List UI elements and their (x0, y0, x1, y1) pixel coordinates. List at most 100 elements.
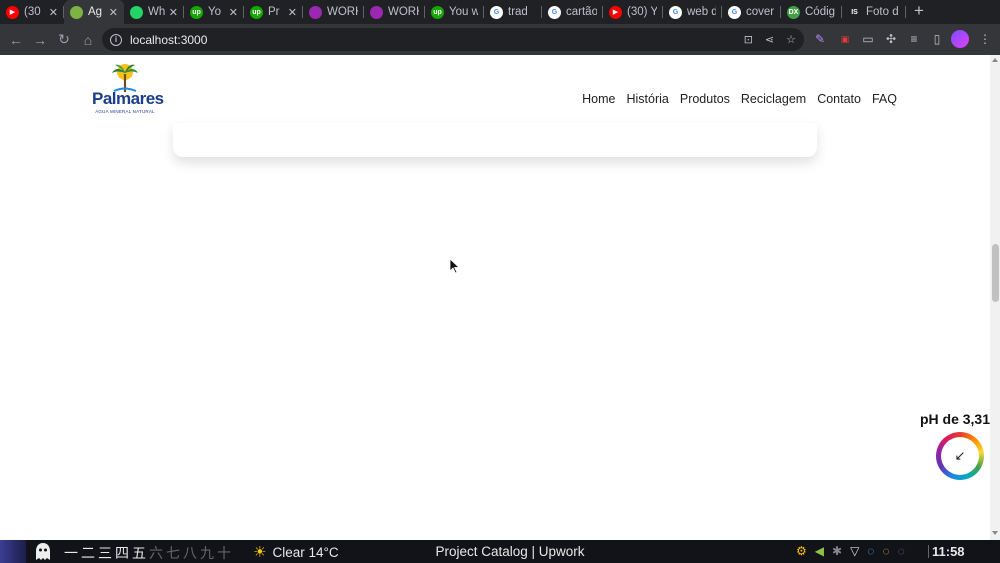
workspace-1[interactable]: 一 (64, 543, 78, 563)
install-icon[interactable]: ⊡ (744, 33, 753, 46)
menu-dots-icon[interactable]: ⋮ (977, 31, 993, 47)
google-icon: G (669, 5, 682, 19)
weather-widget: ☀ Clear 14°C (253, 543, 339, 561)
content-card (173, 123, 817, 157)
tab-title: You w (449, 6, 478, 18)
address-url[interactable]: localhost:3000 (130, 33, 732, 47)
workspace-3[interactable]: 三 (98, 543, 112, 563)
site-info-icon[interactable]: i (110, 33, 122, 46)
browser-tab[interactable]: ▶ (30 ✕ (0, 0, 64, 24)
workspace-8[interactable]: 八 (183, 543, 197, 563)
browser-tab[interactable]: ▶ (30) Y (603, 0, 663, 24)
side-panel-icon[interactable]: ▯ (929, 31, 945, 47)
volume-icon[interactable]: ◀ (815, 544, 824, 558)
tab-title: (30) Y (627, 6, 657, 18)
puzzle-icon[interactable]: ✣ (883, 31, 899, 47)
settings-gear-icon[interactable]: ⚙ (796, 544, 807, 558)
tab-title: Pr (268, 6, 280, 18)
tab-close-icon[interactable]: ✕ (229, 6, 238, 19)
active-window-title: Project Catalog | Upwork (435, 544, 585, 559)
tab-title: cover (746, 6, 775, 18)
tab-title: web d (687, 6, 716, 18)
ph-color-dial-button[interactable]: ↙ (936, 432, 984, 480)
sun-icon: ☀ (253, 544, 267, 561)
tab-title: Ag (88, 6, 103, 18)
share-icon[interactable]: ⋖ (765, 33, 774, 46)
browser-tab[interactable]: Wh ✕ (124, 0, 184, 24)
tab-close-icon[interactable]: ✕ (288, 6, 297, 19)
browser-tab[interactable]: up You w (425, 0, 484, 24)
wifi-icon[interactable]: ▽ (850, 544, 859, 558)
launcher-area[interactable] (0, 540, 26, 563)
browser-tab[interactable]: Gcover (722, 0, 781, 24)
workspace-4[interactable]: 四 (115, 543, 129, 563)
forward-icon[interactable]: → (28, 28, 52, 52)
workspace-10[interactable]: 十 (217, 543, 231, 563)
scroll-down-icon[interactable] (992, 531, 998, 535)
browser-tab[interactable]: Gcartão (542, 0, 603, 24)
bluetooth-off-icon[interactable]: ✱ (832, 544, 842, 558)
browser-tab[interactable]: WORK (303, 0, 364, 24)
extension-badge-icon[interactable]: ▣ (837, 31, 853, 47)
system-tray: ⚙ ◀ ✱ ▽ ◌ ◌ ◌ (796, 544, 905, 558)
browser-tab[interactable]: Gtrad (484, 0, 542, 24)
clock: 11:58 (932, 544, 965, 559)
tab-title: WORK (327, 6, 358, 18)
scroll-up-icon[interactable] (992, 58, 998, 62)
browser-tab[interactable]: WORK (364, 0, 425, 24)
logo-brand-text: Palmares (92, 89, 164, 108)
workspace-2[interactable]: 二 (81, 543, 95, 563)
scrollbar-thumb[interactable] (992, 244, 999, 302)
google-icon: G (548, 5, 561, 19)
workspace-9[interactable]: 九 (200, 543, 214, 563)
main-navigation: Home História Produtos Reciclagem Contato FAQ (582, 92, 897, 106)
mouse-cursor-icon (449, 258, 461, 274)
upwork-icon: up (190, 5, 203, 19)
profile-avatar-icon[interactable] (951, 30, 969, 48)
nav-link-produtos[interactable]: Produtos (680, 92, 730, 106)
dx-icon: DX (787, 5, 800, 19)
tab-title: Yo (208, 6, 222, 18)
tab-close-icon[interactable]: ✕ (109, 6, 118, 19)
workspace-switcher: 一二三四五六七八九十 (64, 543, 231, 563)
workspace-7[interactable]: 七 (166, 543, 180, 563)
workspace-6[interactable]: 六 (149, 543, 163, 563)
browser-tab[interactable]: Ag ✕ (64, 0, 124, 24)
cpu-ring-icon: ◌ (867, 544, 875, 558)
browser-tab[interactable]: up Yo ✕ (184, 0, 244, 24)
nav-link-faq[interactable]: FAQ (872, 92, 897, 106)
tab-close-icon[interactable]: ✕ (49, 6, 58, 19)
page-scrollbar[interactable] (990, 55, 1000, 540)
home-icon[interactable]: ⌂ (76, 28, 100, 52)
youtube-icon: ▶ (609, 5, 622, 19)
address-bar[interactable]: i localhost:3000 ⊡ ⋖ ☆ (102, 28, 804, 51)
nav-link-historia[interactable]: História (626, 92, 668, 106)
browser-tab[interactable]: DX Códig (781, 0, 842, 24)
nav-link-reciclagem[interactable]: Reciclagem (741, 92, 806, 106)
screen-capture-icon[interactable]: ▭ (860, 31, 876, 47)
new-tab-button[interactable]: + (906, 0, 932, 24)
tab-close-icon[interactable]: ✕ (169, 6, 178, 19)
palmares-logo[interactable]: Palmares ÁGUA MINERAL NATURAL (92, 62, 164, 116)
tab-title: trad (508, 6, 528, 18)
browser-tab[interactable]: up Pr ✕ (244, 0, 303, 24)
ghost-icon[interactable] (34, 542, 52, 561)
pen-extension-icon[interactable]: ✎ (812, 31, 828, 47)
back-icon[interactable]: ← (4, 28, 28, 52)
bookmark-star-icon[interactable]: ☆ (786, 33, 796, 46)
workspace-5[interactable]: 五 (132, 543, 146, 563)
reload-icon[interactable]: ↻ (52, 28, 76, 52)
browser-tab[interactable]: Gweb d (663, 0, 722, 24)
tab-title: Wh (148, 6, 165, 18)
nav-link-home[interactable]: Home (582, 92, 615, 106)
tab-title: Foto d (866, 6, 899, 18)
whatsapp-icon (130, 5, 143, 19)
browser-tab[interactable]: IS Foto d (842, 0, 906, 24)
reading-list-icon[interactable]: ≡ (906, 31, 922, 47)
google-icon: G (490, 5, 503, 19)
nav-link-contato[interactable]: Contato (817, 92, 861, 106)
os-taskbar: 一二三四五六七八九十 ☀ Clear 14°C Project Catalog … (0, 540, 1000, 563)
disk-ring-icon: ◌ (897, 544, 905, 558)
color-wheel-icon (309, 5, 322, 19)
upwork-icon: up (431, 5, 444, 19)
